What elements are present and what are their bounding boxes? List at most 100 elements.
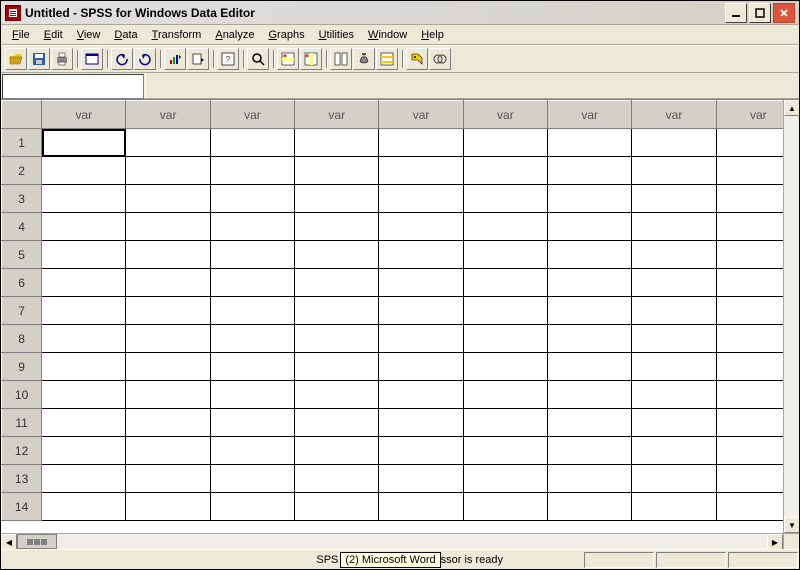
menu-window[interactable]: Window xyxy=(361,27,414,43)
data-cell[interactable] xyxy=(716,241,783,269)
menu-file[interactable]: File xyxy=(5,27,37,43)
row-header[interactable]: 8 xyxy=(2,325,42,353)
data-cell[interactable] xyxy=(42,409,126,437)
scroll-left-button[interactable]: ◀ xyxy=(1,534,17,550)
data-cell[interactable] xyxy=(379,409,463,437)
data-cell[interactable] xyxy=(632,325,716,353)
data-cell[interactable] xyxy=(42,297,126,325)
data-cell[interactable] xyxy=(463,381,547,409)
data-cell[interactable] xyxy=(632,381,716,409)
goto-case-button[interactable] xyxy=(187,48,209,70)
data-cell[interactable] xyxy=(716,185,783,213)
data-cell[interactable] xyxy=(548,465,632,493)
data-cell[interactable] xyxy=(463,465,547,493)
menu-analyze[interactable]: Analyze xyxy=(208,27,261,43)
row-header[interactable]: 11 xyxy=(2,409,42,437)
data-cell[interactable] xyxy=(632,213,716,241)
column-header[interactable]: var xyxy=(716,101,783,129)
vertical-scrollbar[interactable]: ▲ ▼ xyxy=(783,100,799,533)
data-cell[interactable] xyxy=(42,241,126,269)
data-cell[interactable] xyxy=(548,269,632,297)
data-cell[interactable] xyxy=(632,465,716,493)
use-sets-button[interactable] xyxy=(429,48,451,70)
data-cell[interactable] xyxy=(548,381,632,409)
row-header[interactable]: 3 xyxy=(2,185,42,213)
data-cell[interactable] xyxy=(716,465,783,493)
data-cell[interactable] xyxy=(210,353,294,381)
data-cell[interactable] xyxy=(210,241,294,269)
data-cell[interactable] xyxy=(42,157,126,185)
data-cell[interactable] xyxy=(126,381,210,409)
cell-value-area[interactable] xyxy=(145,73,799,98)
data-cell[interactable] xyxy=(548,213,632,241)
data-cell[interactable] xyxy=(716,297,783,325)
data-cell[interactable] xyxy=(716,437,783,465)
data-cell[interactable] xyxy=(548,185,632,213)
data-cell[interactable] xyxy=(379,185,463,213)
data-cell[interactable] xyxy=(295,465,379,493)
data-cell[interactable] xyxy=(295,353,379,381)
data-cell[interactable] xyxy=(379,325,463,353)
data-cell[interactable] xyxy=(126,185,210,213)
row-header[interactable]: 13 xyxy=(2,465,42,493)
open-button[interactable] xyxy=(5,48,27,70)
data-cell[interactable] xyxy=(632,437,716,465)
data-cell[interactable] xyxy=(126,213,210,241)
data-cell[interactable] xyxy=(126,409,210,437)
data-cell[interactable] xyxy=(548,353,632,381)
data-cell[interactable] xyxy=(632,353,716,381)
scroll-right-button[interactable]: ▶ xyxy=(767,534,783,550)
insert-variable-button[interactable] xyxy=(300,48,322,70)
data-cell[interactable] xyxy=(42,465,126,493)
data-cell[interactable] xyxy=(295,437,379,465)
scroll-up-button[interactable]: ▲ xyxy=(784,100,799,116)
data-cell[interactable] xyxy=(379,213,463,241)
data-cell[interactable] xyxy=(548,409,632,437)
data-cell[interactable] xyxy=(463,353,547,381)
data-cell[interactable] xyxy=(716,493,783,521)
menu-transform[interactable]: Transform xyxy=(145,27,209,43)
data-cell[interactable] xyxy=(126,353,210,381)
data-cell[interactable] xyxy=(42,185,126,213)
data-cell[interactable] xyxy=(210,437,294,465)
data-cell[interactable] xyxy=(463,297,547,325)
data-cell[interactable] xyxy=(548,437,632,465)
data-cell[interactable] xyxy=(42,269,126,297)
close-button[interactable] xyxy=(773,3,795,23)
data-cell[interactable] xyxy=(632,129,716,157)
data-cell[interactable] xyxy=(295,493,379,521)
row-header[interactable]: 4 xyxy=(2,213,42,241)
data-grid[interactable]: varvarvarvarvarvarvarvarvar1234567891011… xyxy=(1,100,783,521)
menu-data[interactable]: Data xyxy=(107,27,144,43)
maximize-button[interactable] xyxy=(749,3,771,23)
data-cell[interactable] xyxy=(632,409,716,437)
data-cell[interactable] xyxy=(632,241,716,269)
data-cell[interactable] xyxy=(210,493,294,521)
menu-help[interactable]: Help xyxy=(414,27,451,43)
undo-button[interactable] xyxy=(111,48,133,70)
data-cell[interactable] xyxy=(463,269,547,297)
column-header[interactable]: var xyxy=(210,101,294,129)
split-file-button[interactable] xyxy=(330,48,352,70)
data-cell[interactable] xyxy=(379,157,463,185)
column-header[interactable]: var xyxy=(632,101,716,129)
data-cell[interactable] xyxy=(463,213,547,241)
data-cell[interactable] xyxy=(295,297,379,325)
data-cell[interactable] xyxy=(463,185,547,213)
data-cell[interactable] xyxy=(379,493,463,521)
insert-case-button[interactable] xyxy=(277,48,299,70)
data-cell[interactable] xyxy=(379,129,463,157)
column-header[interactable]: var xyxy=(379,101,463,129)
data-cell[interactable] xyxy=(463,437,547,465)
weight-cases-button[interactable] xyxy=(353,48,375,70)
print-button[interactable] xyxy=(51,48,73,70)
data-cell[interactable] xyxy=(210,129,294,157)
data-cell[interactable] xyxy=(210,213,294,241)
data-cell[interactable] xyxy=(126,465,210,493)
data-cell[interactable] xyxy=(463,241,547,269)
data-cell[interactable] xyxy=(126,297,210,325)
column-header[interactable]: var xyxy=(295,101,379,129)
data-cell[interactable] xyxy=(126,129,210,157)
data-cell[interactable] xyxy=(716,269,783,297)
column-header[interactable]: var xyxy=(126,101,210,129)
